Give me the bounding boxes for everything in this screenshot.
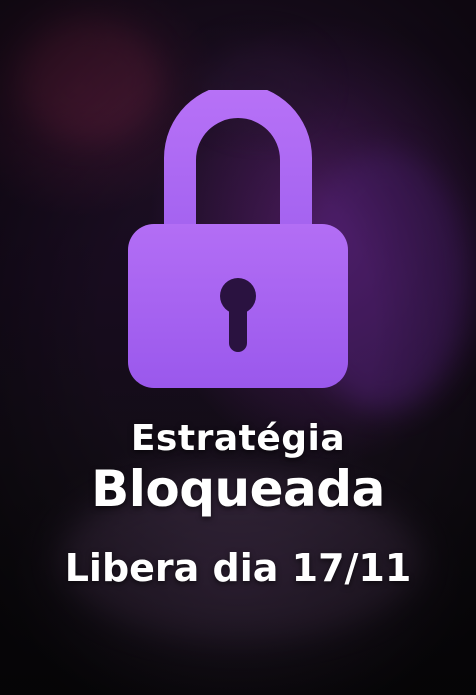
release-date-text: Libera dia 17/11 [64, 546, 412, 590]
padlock-icon [128, 90, 348, 388]
title-line-2: Bloqueada [91, 460, 385, 518]
title-line-1: Estratégia [130, 418, 346, 459]
locked-strategy-card: Estratégia Bloqueada Libera dia 17/11 [0, 0, 476, 695]
